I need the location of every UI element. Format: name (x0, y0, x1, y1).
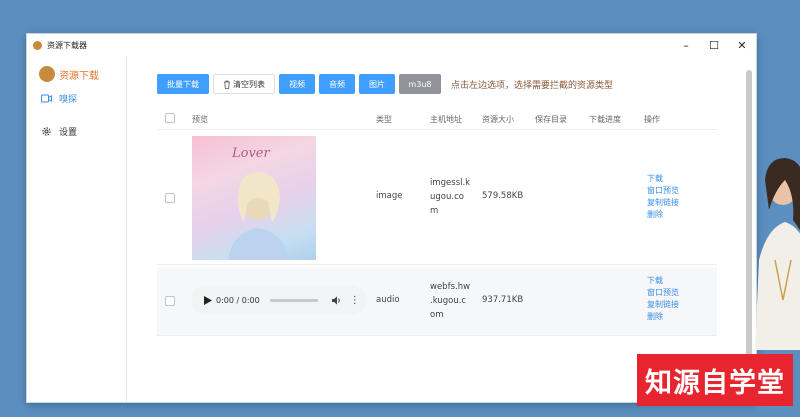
play-icon[interactable] (204, 295, 212, 305)
row-size: 579.58KB (482, 191, 524, 201)
sidebar-item-sniff[interactable]: 嗅探 (41, 88, 126, 108)
app-window: 资源下载器 – ☐ ✕ 资源下载 嗅探 设置 批量下载 清空列表 视频 音频 图… (26, 33, 757, 403)
sidebar-item-label: 设置 (59, 127, 78, 138)
maximize-icon[interactable]: ☐ (700, 34, 728, 56)
trash-icon (224, 80, 230, 89)
header-host: 主机地址 (430, 115, 462, 124)
host-line: webfs.hw (430, 282, 471, 292)
sidebar-item-label: 嗅探 (59, 94, 78, 105)
close-icon[interactable]: ✕ (728, 34, 756, 56)
filter-audio-button[interactable]: 音频 (319, 74, 355, 94)
row-host: webfs.hw .kugou.c om (430, 280, 470, 322)
brand-avatar (39, 66, 55, 82)
brand: 资源下载 (39, 66, 126, 82)
sidebar-item-settings[interactable]: 设置 (41, 121, 126, 141)
delete-link[interactable]: 删除 (647, 209, 679, 221)
more-options-icon[interactable]: ⋮ (350, 295, 360, 306)
portrait-figure (228, 172, 290, 260)
minimize-icon[interactable]: – (672, 34, 700, 56)
clear-list-button[interactable]: 清空列表 (213, 74, 275, 94)
table-header: 预览 类型 主机地址 资源大小 保存目录 下载进度 操作 (157, 108, 717, 130)
batch-download-button[interactable]: 批量下载 (157, 74, 209, 94)
row-type: audio (376, 295, 400, 305)
filter-video-button[interactable]: 视频 (279, 74, 315, 94)
clear-list-label: 清空列表 (233, 79, 265, 89)
host-line: ugou.co (430, 192, 464, 202)
row-size: 937.71KB (482, 295, 524, 305)
copy-link-link[interactable]: 复制链接 (647, 197, 679, 209)
video-icon (41, 93, 52, 104)
delete-link[interactable]: 删除 (647, 311, 679, 323)
row-checkbox[interactable] (165, 296, 175, 306)
header-type: 类型 (376, 115, 392, 124)
app-icon (33, 40, 42, 50)
audio-player[interactable]: 0:00 / 0:00 ⋮ (192, 285, 366, 315)
gear-icon (41, 126, 52, 137)
image-preview[interactable]: Lover (192, 136, 316, 260)
row-host: imgessl.k ugou.co m (430, 176, 470, 218)
toolbar: 批量下载 清空列表 视频 音频 图片 m3u8 点击左边选项，选择需要拦截的资源… (157, 74, 613, 94)
sidebar: 资源下载 嗅探 设置 (27, 56, 127, 402)
filter-hint: 点击左边选项，选择需要拦截的资源类型 (451, 80, 614, 91)
filter-image-button[interactable]: 图片 (359, 74, 395, 94)
row-actions: 下载 窗口预览 复制链接 删除 (647, 275, 679, 323)
volume-icon[interactable] (331, 296, 342, 305)
download-link[interactable]: 下载 (647, 275, 679, 287)
table-row: 0:00 / 0:00 ⋮ audio webfs.hw .kugou.c om… (157, 268, 717, 336)
window-title: 资源下载器 (47, 40, 87, 50)
header-progress: 下载进度 (589, 115, 621, 124)
window-preview-link[interactable]: 窗口预览 (647, 287, 679, 299)
header-size: 资源大小 (482, 115, 514, 124)
download-link[interactable]: 下载 (647, 173, 679, 185)
header-actions: 操作 (644, 115, 660, 124)
row-type: image (376, 191, 403, 201)
header-save-dir: 保存目录 (535, 115, 567, 124)
title-bar: 资源下载器 – ☐ ✕ (27, 34, 756, 56)
watermark-logo: 知源自学堂 (637, 354, 793, 406)
filter-m3u8-button[interactable]: m3u8 (399, 74, 441, 94)
host-line: imgessl.k (430, 178, 471, 188)
row-actions: 下载 窗口预览 复制链接 删除 (647, 173, 679, 221)
header-preview: 预览 (192, 115, 208, 124)
audio-time: 0:00 / 0:00 (216, 295, 260, 305)
select-all-checkbox[interactable] (165, 113, 175, 123)
window-preview-link[interactable]: 窗口预览 (647, 185, 679, 197)
brand-label: 资源下载 (59, 70, 99, 82)
table-row: Lover image imgessl.k ugou.co m 579.58KB… (157, 131, 717, 265)
person-image (755, 158, 800, 350)
row-checkbox[interactable] (165, 193, 175, 203)
copy-link-link[interactable]: 复制链接 (647, 299, 679, 311)
host-line: m (430, 206, 439, 216)
host-line: om (430, 310, 444, 320)
host-line: .kugou.c (430, 296, 467, 306)
audio-progress-bar[interactable] (269, 298, 318, 302)
